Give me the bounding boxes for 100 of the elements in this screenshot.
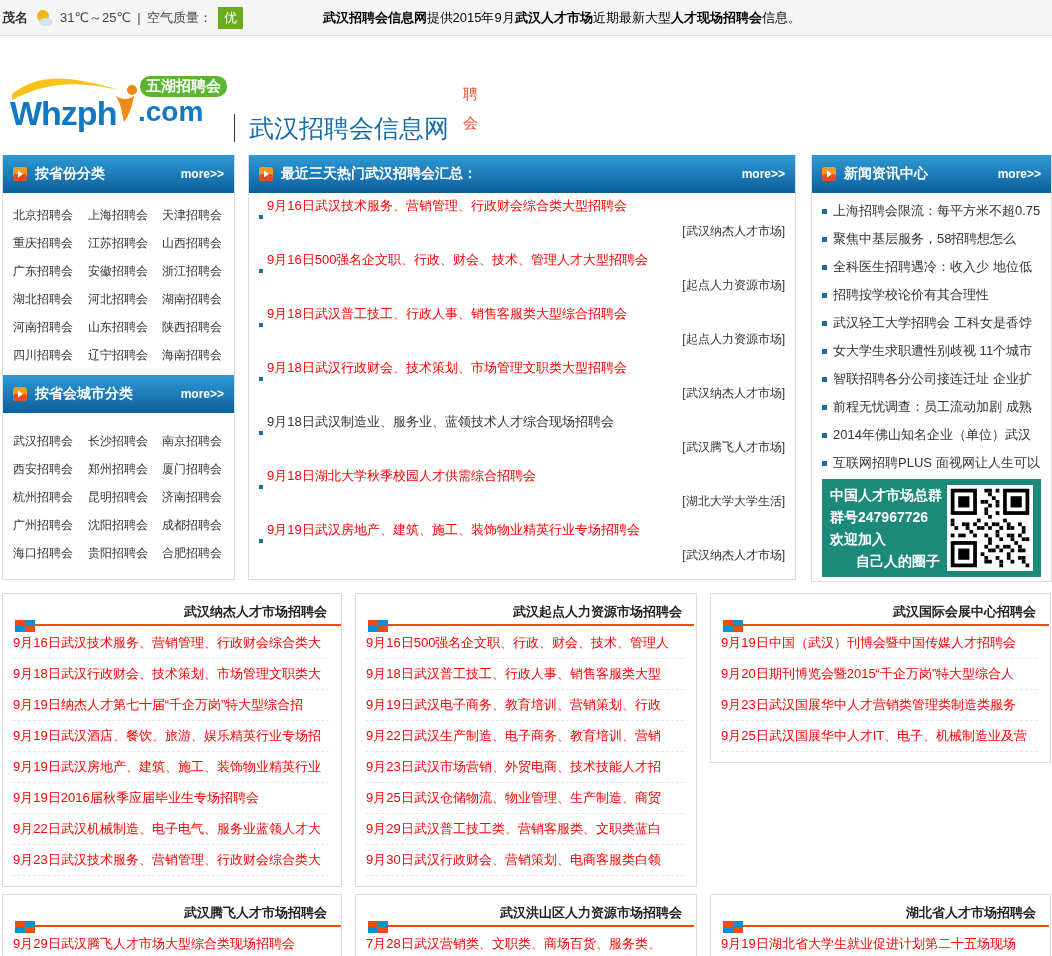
news-link[interactable]: 上海招聘会限流：每平方米不超0.75 <box>833 202 1041 220</box>
job-fair-link[interactable]: 9月23日武汉技术服务、营销管理、行政财会综合类大 <box>13 851 321 869</box>
news-link[interactable]: 聚焦中基层服务，58招聘想怎么 <box>833 230 1017 248</box>
job-fair-link[interactable]: 9月25日武汉国展华中人才IT、电子、机械制造业及营 <box>721 727 1028 745</box>
city-link[interactable]: 武汉招聘会 <box>13 427 73 455</box>
job-fair-link[interactable]: 9月18日湖北大学秋季校园人才供需综合招聘会 <box>267 467 536 485</box>
box-title: 武汉腾飞人才市场招聘会 <box>184 904 327 922</box>
news-link[interactable]: 女大学生求职遭性别歧视 11个城市 <box>833 342 1033 360</box>
more-link[interactable]: more>> <box>180 387 224 401</box>
city-link[interactable]: 杭州招聘会 <box>13 483 73 511</box>
province-link[interactable]: 浙江招聘会 <box>162 257 222 285</box>
job-fair-link[interactable]: 9月22日武汉机械制造、电子电气、服务业蓝领人才大 <box>13 820 321 838</box>
province-link[interactable]: 湖北招聘会 <box>13 285 73 313</box>
qr-banner[interactable]: 中国人才市场总群 群号247967726 欢迎加入 自己人的圈子 <box>822 479 1041 577</box>
city-link[interactable]: 沈阳招聘会 <box>87 511 148 539</box>
province-link[interactable]: 河北招聘会 <box>87 285 148 313</box>
play-icon <box>13 167 27 181</box>
city-link[interactable]: 郑州招聘会 <box>87 455 148 483</box>
person-icon <box>114 84 140 124</box>
logo-wordmark: Whzph <box>10 94 117 133</box>
ticker-text[interactable]: 聘会 <box>463 79 478 137</box>
city-link[interactable]: 西安招聘会 <box>13 455 73 483</box>
bullet-icon <box>822 460 827 466</box>
fair-source: [武汉纳杰人才市场] <box>682 547 785 564</box>
news-link[interactable]: 互联网招聘PLUS 面视网让人生可以 <box>833 454 1040 472</box>
job-fair-link[interactable]: 9月20日期刊博览会暨2015“千企万岗”特大型综合人 <box>721 665 1015 683</box>
job-fair-link[interactable]: 9月29日武汉普工技工类、营销客服类、文职类蓝白 <box>366 820 661 838</box>
city-link[interactable]: 南京招聘会 <box>162 427 222 455</box>
separator: | <box>137 10 141 25</box>
job-fair-link[interactable]: 9月25日武汉仓储物流、物业管理、生产制造、商贸 <box>366 789 661 807</box>
province-link[interactable]: 北京招聘会 <box>13 201 73 229</box>
city-link[interactable]: 合肥招聘会 <box>162 539 222 567</box>
job-fair-link[interactable]: 9月19日武汉房地产、建筑、施工、装饰物业精英行业 <box>13 758 321 776</box>
province-link[interactable]: 天津招聘会 <box>162 201 222 229</box>
news-link[interactable]: 武汉轻工大学招聘会 工科女是香饽 <box>833 314 1032 332</box>
more-link[interactable]: more>> <box>180 167 224 181</box>
province-link[interactable]: 江苏招聘会 <box>87 229 148 257</box>
province-link[interactable]: 四川招聘会 <box>13 341 73 369</box>
province-link[interactable]: 海南招聘会 <box>162 341 222 369</box>
city-link[interactable]: 海口招聘会 <box>13 539 73 567</box>
job-fair-link[interactable]: 9月19日中国（武汉）刊博会暨中国传媒人才招聘会 <box>721 634 1016 652</box>
province-link[interactable]: 湖南招聘会 <box>162 285 222 313</box>
news-link[interactable]: 智联招聘各分公司接连迁址 企业扩 <box>833 370 1032 388</box>
job-fair-link[interactable]: 7月28日武汉营销类、文职类、商场百货、服务类、 <box>366 935 661 953</box>
province-link[interactable]: 河南招聘会 <box>13 313 73 341</box>
job-fair-link[interactable]: 9月18日武汉普工技工、行政人事、销售客服类大型综合招聘会 <box>267 305 627 323</box>
banner-text: 自己人的圈子 <box>856 552 940 571</box>
box-title: 武汉起点人力资源市场招聘会 <box>513 603 682 621</box>
news-link[interactable]: 2014年佛山知名企业（单位）武汉 <box>833 426 1031 444</box>
city-link[interactable]: 昆明招聘会 <box>87 483 148 511</box>
province-link[interactable]: 广东招聘会 <box>13 257 73 285</box>
more-link[interactable]: more>> <box>741 167 785 181</box>
job-fair-link[interactable]: 9月16日500强名企文职、行政、财会、技术、管理人才大型招聘会 <box>267 251 649 269</box>
logo-badge: 五湖招聘会 <box>140 76 227 97</box>
news-link[interactable]: 全科医生招聘遇冷：收入少 地位低 <box>833 258 1032 276</box>
city-name[interactable]: 茂名 <box>2 8 28 27</box>
panel-title: 按省份分类 <box>35 165 106 183</box>
city-link[interactable]: 厦门招聘会 <box>162 455 222 483</box>
job-fair-link[interactable]: 9月23日武汉市场营销、外贸电商、技术技能人才招 <box>366 758 661 776</box>
city-link[interactable]: 贵阳招聘会 <box>87 539 148 567</box>
job-fair-link[interactable]: 9月30日武汉行政财会、营销策划、电商客服类白领 <box>366 851 661 869</box>
city-link[interactable]: 长沙招聘会 <box>87 427 148 455</box>
news-link[interactable]: 前程无忧调查：员工流动加剧 成熟 <box>833 398 1032 416</box>
province-link[interactable]: 上海招聘会 <box>87 201 148 229</box>
bullet-icon <box>259 539 263 543</box>
province-link[interactable]: 山东招聘会 <box>87 313 148 341</box>
province-link[interactable]: 陕西招聘会 <box>162 313 222 341</box>
banner-text: 群号247967726 <box>830 508 929 527</box>
job-fair-link[interactable]: 9月18日武汉行政财会、技术策划、市场管理文职类大 <box>13 665 321 683</box>
job-fair-link[interactable]: 9月22日武汉生产制造、电子商务、教育培训、营销 <box>366 727 661 745</box>
panel-title: 按省会城市分类 <box>35 385 134 403</box>
city-link[interactable]: 济南招聘会 <box>162 483 222 511</box>
province-link[interactable]: 山西招聘会 <box>162 229 222 257</box>
bullet-icon <box>822 320 827 326</box>
province-link[interactable]: 辽宁招聘会 <box>87 341 148 369</box>
bullet-icon <box>259 431 263 435</box>
panel-title: 新闻资讯中心 <box>844 165 929 183</box>
job-fair-link[interactable]: 9月19日武汉房地产、建筑、施工、装饰物业精英行业专场招聘会 <box>267 521 640 539</box>
header-rule-icon <box>15 921 341 933</box>
job-fair-link[interactable]: 9月19日武汉电子商务、教育培训、营销策划、行政 <box>366 696 661 714</box>
job-fair-link[interactable]: 9月18日武汉行政财会、技术策划、市场管理文职类大型招聘会 <box>267 359 627 377</box>
news-link[interactable]: 招聘按学校论价有其合理性 <box>833 286 989 304</box>
job-fair-link[interactable]: 9月18日武汉普工技工、行政人事、销售客服类大型 <box>366 665 661 683</box>
job-fair-link[interactable]: 9月19日湖北省大学生就业促进计划第二十五场现场 <box>721 935 1016 953</box>
city-link[interactable]: 广州招聘会 <box>13 511 73 539</box>
job-fair-link[interactable]: 9月16日武汉技术服务、营销管理、行政财会综合类大 <box>13 634 321 652</box>
city-link[interactable]: 成都招聘会 <box>162 511 222 539</box>
job-fair-link[interactable]: 9月16日500强名企文职、行政、财会、技术、管理人 <box>366 634 670 652</box>
province-link[interactable]: 安徽招聘会 <box>87 257 148 285</box>
province-link[interactable]: 重庆招聘会 <box>13 229 73 257</box>
job-fair-link[interactable]: 9月19日纳杰人才第七十届“千企万岗”特大型综合招 <box>13 696 304 714</box>
job-fair-link[interactable]: 9月19日2016届秋季应届毕业生专场招聘会 <box>13 789 259 807</box>
job-fair-link[interactable]: 9月19日武汉酒店、餐饮、旅游、娱乐精英行业专场招 <box>13 727 321 745</box>
job-fair-link[interactable]: 9月23日武汉国展华中人才营销类管理类制造类服务 <box>721 696 1016 714</box>
job-fair-link[interactable]: 9月16日武汉技术服务、营销管理、行政财会综合类大型招聘会 <box>267 197 627 215</box>
fair-source: [武汉腾飞人才市场] <box>682 439 785 456</box>
job-fair-link[interactable]: 9月18日武汉制造业、服务业、蓝领技术人才综合现场招聘会 <box>267 413 614 431</box>
temperature: 31℃～25℃ <box>60 8 132 27</box>
more-link[interactable]: more>> <box>997 167 1041 181</box>
job-fair-link[interactable]: 9月29日武汉腾飞人才市场大型综合类现场招聘会 <box>13 935 295 953</box>
